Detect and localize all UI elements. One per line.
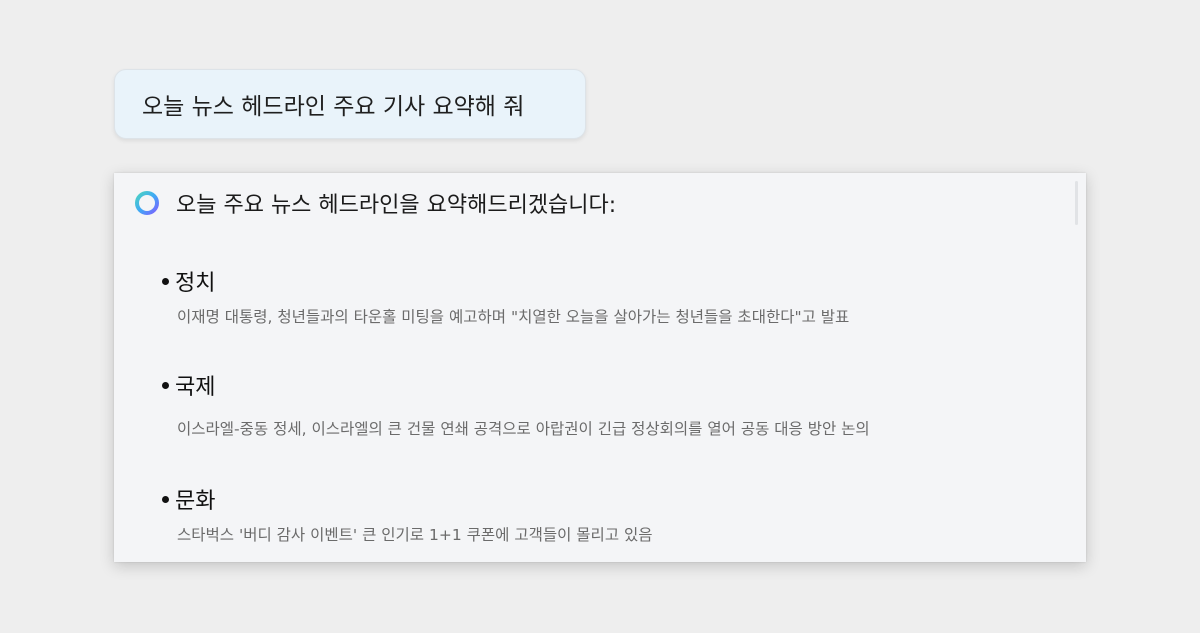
user-message-bubble: 오늘 뉴스 헤드라인 주요 기사 요약해 줘 <box>114 69 586 139</box>
bullet-dot <box>162 495 169 503</box>
response-intro: 오늘 주요 뉴스 헤드라인을 요약해드리겠습니다: <box>176 193 617 218</box>
news-section-culture: 문화 스타벅스 '버디 감사 이벤트' 큰 인기로 1+1 쿠폰에 고객들이 몰… <box>162 483 653 545</box>
response-header: 오늘 주요 뉴스 헤드라인을 요약해드리겠습니다: <box>134 187 616 219</box>
section-title: 정치 <box>175 271 216 296</box>
scrollbar[interactable] <box>1075 181 1078 225</box>
section-summary: 스타벅스 '버디 감사 이벤트' 큰 인기로 1+1 쿠폰에 고객들이 몰리고 … <box>177 526 653 544</box>
user-message-text: 오늘 뉴스 헤드라인 주요 기사 요약해 줘 <box>142 94 525 120</box>
ai-spinner-icon <box>134 190 160 216</box>
section-title: 국제 <box>175 375 216 400</box>
assistant-response-card: 오늘 주요 뉴스 헤드라인을 요약해드리겠습니다: 정치 이재명 대통령, 청년… <box>114 173 1086 562</box>
section-summary: 이재명 대통령, 청년들과의 타운홀 미팅을 예고하며 "치열한 오늘을 살아가… <box>177 308 850 326</box>
news-section-international: 국제 이스라엘-중동 정세, 이스라엘의 큰 건물 연쇄 공격으로 아랍권이 긴… <box>162 369 870 439</box>
section-summary: 이스라엘-중동 정세, 이스라엘의 큰 건물 연쇄 공격으로 아랍권이 긴급 정… <box>177 420 870 438</box>
bullet-dot <box>162 277 169 285</box>
bullet-dot <box>162 381 169 389</box>
news-section-politics: 정치 이재명 대통령, 청년들과의 타운홀 미팅을 예고하며 "치열한 오늘을 … <box>162 265 849 327</box>
section-title: 문화 <box>175 489 216 514</box>
